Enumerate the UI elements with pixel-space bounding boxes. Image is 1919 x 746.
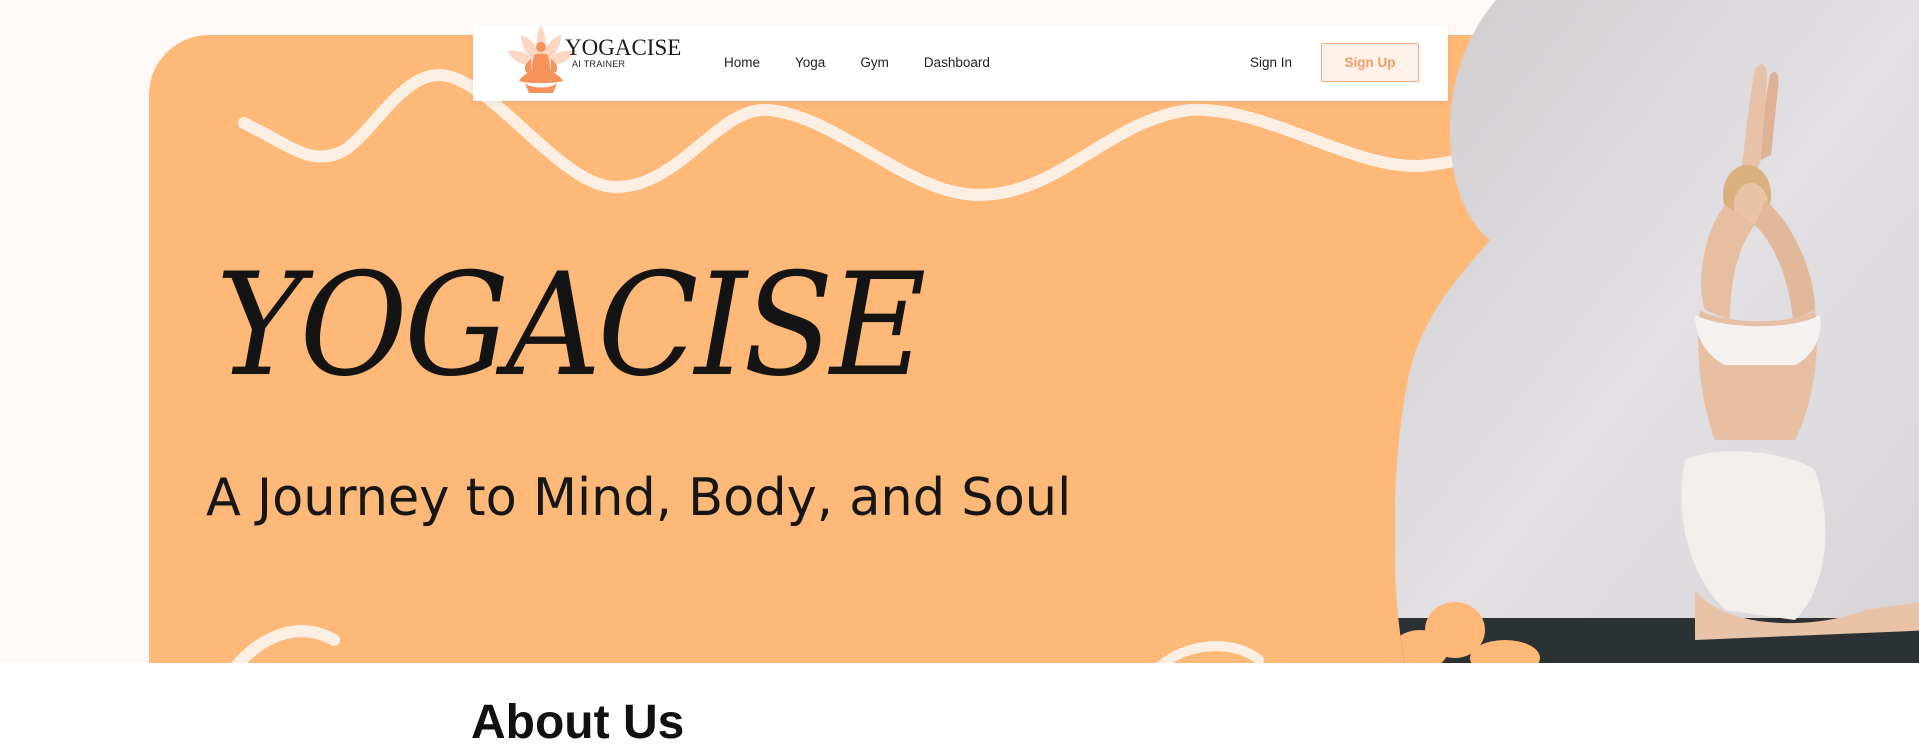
nav-link-dashboard[interactable]: Dashboard [924,55,990,70]
hero-subtitle: A Journey to Mind, Body, and Soul [206,468,1072,528]
landing-page: YOGACISE AI TRAINER Home Yoga Gym Dashbo… [0,0,1919,746]
brand-name[interactable]: YOGACISE [565,35,681,61]
about-heading: About Us [471,696,685,746]
hero-title: YOGACISE [216,243,926,408]
sign-in-link[interactable]: Sign In [1250,55,1292,70]
nav-link-home[interactable]: Home [724,55,760,70]
about-section: About Us [0,663,1919,746]
nav-link-yoga[interactable]: Yoga [795,55,825,70]
nav-link-gym[interactable]: Gym [860,55,889,70]
yoga-woman-photo [1395,0,1919,670]
sign-up-button[interactable]: Sign Up [1321,43,1419,82]
top-navbar: YOGACISE AI TRAINER Home Yoga Gym Dashbo… [473,25,1448,101]
nav-links: Home Yoga Gym Dashboard [724,55,1025,70]
brand-tagline: AI TRAINER [572,59,626,69]
